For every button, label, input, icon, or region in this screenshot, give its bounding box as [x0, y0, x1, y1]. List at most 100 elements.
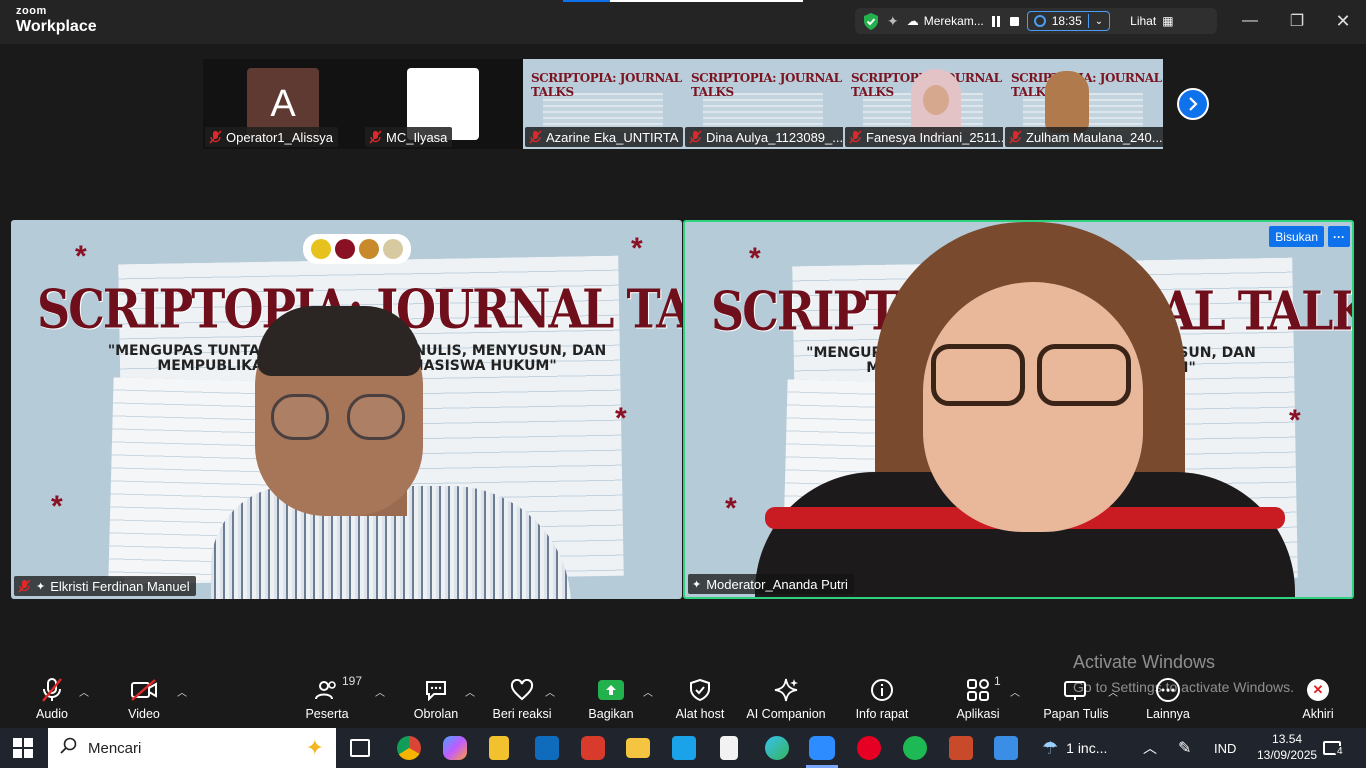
apps-count: 1	[994, 674, 1001, 688]
whiteboard-label: Papan Tulis	[1043, 707, 1109, 721]
video-button[interactable]: Video	[124, 676, 164, 724]
edge-icon[interactable]	[765, 736, 789, 760]
app-icon[interactable]	[949, 736, 973, 760]
tile-more-button[interactable]: ···	[1328, 226, 1350, 247]
gallery-strip: A Operator1_Alissya MC_Ilyasa SCRIPTOPIA…	[203, 59, 1163, 149]
office-icon[interactable]	[581, 736, 605, 760]
participant-thumb[interactable]: SCRIPTOPIA: JOURNAL TALKS Dina Aulya_112…	[683, 59, 843, 149]
host-tools-button[interactable]: Alat host	[675, 676, 725, 724]
thumb-name: Azarine Eka_UNTIRTA	[546, 129, 679, 145]
recording-indicator[interactable]: ☁ Merekam...	[907, 14, 984, 28]
brand-small: zoom	[16, 5, 47, 17]
windows-start-icon[interactable]	[13, 738, 33, 758]
maximize-button[interactable]: ❐	[1285, 10, 1309, 32]
next-page-button[interactable]	[1177, 88, 1209, 120]
end-meeting-button[interactable]: ✕ Akhiri	[1300, 676, 1336, 724]
meeting-info-button[interactable]: Info rapat	[854, 676, 910, 724]
taskbar-clock[interactable]: 13.54 13/09/2025	[1257, 731, 1317, 763]
spotify-icon[interactable]	[903, 736, 927, 760]
audio-button[interactable]: Audio	[32, 676, 72, 724]
photos-icon[interactable]	[994, 736, 1018, 760]
chevron-right-icon	[1189, 97, 1198, 111]
participant-video	[211, 306, 571, 599]
react-button[interactable]: Beri reaksi	[492, 676, 552, 724]
app-logo: zoom Workplace	[16, 6, 97, 35]
pin-icon: ✦	[36, 580, 46, 593]
participant-name-label: Zulham Maulana_240...	[1005, 127, 1163, 147]
weather-widget[interactable]: ☂ 1 inc...	[1042, 728, 1107, 768]
participants-button[interactable]: 197 Peserta	[305, 674, 362, 724]
apps-button[interactable]: 1 Aplikasi	[956, 674, 1001, 724]
video-tile-speaker[interactable]: * * * * SCRIPTOPIA: JOURNAL TALKS "MENGU…	[11, 220, 682, 599]
mic-muted-icon	[529, 130, 542, 144]
share-options-caret[interactable]: ︿	[643, 684, 653, 699]
decor-asterisk: *	[725, 492, 737, 525]
pen-icon[interactable]: ✎	[1178, 728, 1191, 768]
taskbar-search[interactable]: Mencari ✦	[48, 728, 336, 768]
close-button[interactable]: ✕	[1331, 10, 1355, 32]
timer-value: 18:35	[1051, 14, 1082, 28]
cloud-record-icon: ☁	[906, 14, 919, 28]
video-options-caret[interactable]: ︿	[177, 684, 187, 699]
mic-muted-icon	[849, 130, 862, 144]
file-icon[interactable]	[489, 736, 509, 760]
weather-text: 1 inc...	[1066, 740, 1108, 756]
participant-thumb[interactable]: A Operator1_Alissya	[203, 59, 363, 149]
notification-center[interactable]: 4	[1323, 728, 1345, 768]
ai-companion-button[interactable]: AI Companion	[746, 676, 826, 724]
ai-sparkle-icon[interactable]: ✦	[887, 13, 899, 30]
view-label: Lihat	[1130, 14, 1157, 28]
file-explorer-icon[interactable]	[626, 738, 650, 758]
participant-name-label: ✦ Moderator_Ananda Putri	[688, 574, 854, 594]
participant-thumb[interactable]: SCRIPTOPIA: JOURNAL TALKS Azarine Eka_UN…	[523, 59, 683, 149]
q-app-icon[interactable]	[672, 736, 696, 760]
participant-thumb[interactable]: MC_Ilyasa	[363, 59, 523, 149]
zoom-window: zoom Workplace ✦ ☁ Merekam... 18:35 ⌄ Li…	[0, 0, 1366, 728]
document-icon[interactable]	[720, 736, 738, 760]
institution-logos	[303, 234, 411, 264]
apps-options-caret[interactable]: ︿	[1010, 684, 1020, 699]
video-tile-active-speaker[interactable]: * * * SCRIPTO AL TALKS "MENGUPAS TUNTAS …	[683, 220, 1354, 599]
participant-thumb[interactable]: SCRIPTOPIA: JOURNAL TALKS Fanesya Indria…	[843, 59, 1003, 149]
more-button[interactable]: Lainnya	[1146, 676, 1190, 724]
clock-icon	[1033, 15, 1046, 27]
copilot-icon[interactable]	[443, 736, 467, 760]
security-shield-icon[interactable]	[863, 12, 879, 30]
decor-asterisk: *	[615, 402, 627, 435]
share-button[interactable]: Bagikan	[588, 676, 634, 724]
shield-icon	[690, 676, 710, 704]
thumb-slide-title: SCRIPTOPIA: JOURNAL TALKS	[531, 71, 682, 99]
chat-options-caret[interactable]: ︿	[465, 684, 475, 699]
end-x-icon: ✕	[1307, 679, 1329, 701]
search-highlight-icon: ✦	[305, 735, 324, 760]
participants-icon: 197	[305, 674, 362, 704]
participant-name-label: Operator1_Alissya	[205, 127, 338, 147]
zoom-app-icon[interactable]	[809, 736, 835, 760]
meeting-controls: Audio ︿ Video ︿ 197 Peserta ︿ Obrolan ︿ …	[0, 668, 1366, 728]
whiteboard-options-caret[interactable]: ︿	[1108, 684, 1118, 699]
outlook-icon[interactable]	[535, 736, 559, 760]
pinterest-icon[interactable]	[857, 736, 881, 760]
chat-button[interactable]: Obrolan	[414, 676, 458, 724]
video-off-icon	[130, 676, 158, 704]
participant-thumb[interactable]: SCRIPTOPIA: JOURNAL TALKS Zulham Maulana…	[1003, 59, 1163, 149]
minimize-button[interactable]: —	[1238, 10, 1262, 32]
chrome-icon[interactable]	[397, 736, 421, 760]
windows-taskbar: Mencari ✦ ☂ 1 inc... ︿ ✎ IND 13.54 13/09…	[0, 728, 1366, 768]
more-icon	[1155, 676, 1181, 704]
language-indicator[interactable]: IND	[1214, 728, 1236, 768]
participants-options-caret[interactable]: ︿	[375, 684, 385, 699]
info-icon	[870, 676, 894, 704]
meeting-timer[interactable]: 18:35 ⌄	[1026, 11, 1111, 31]
view-button[interactable]: Lihat ▦	[1130, 14, 1173, 28]
task-view-icon[interactable]	[350, 739, 370, 757]
show-hidden-icons[interactable]: ︿	[1143, 728, 1157, 768]
audio-options-caret[interactable]: ︿	[79, 684, 89, 699]
tile-name: Moderator_Ananda Putri	[706, 576, 848, 592]
stop-recording-icon[interactable]	[1009, 16, 1019, 26]
react-options-caret[interactable]: ︿	[545, 684, 555, 699]
pause-recording-icon[interactable]	[991, 15, 1002, 27]
mute-participant-button[interactable]: Bisukan	[1269, 226, 1324, 247]
whiteboard-button[interactable]: Papan Tulis	[1043, 676, 1109, 724]
info-label: Info rapat	[855, 707, 909, 721]
